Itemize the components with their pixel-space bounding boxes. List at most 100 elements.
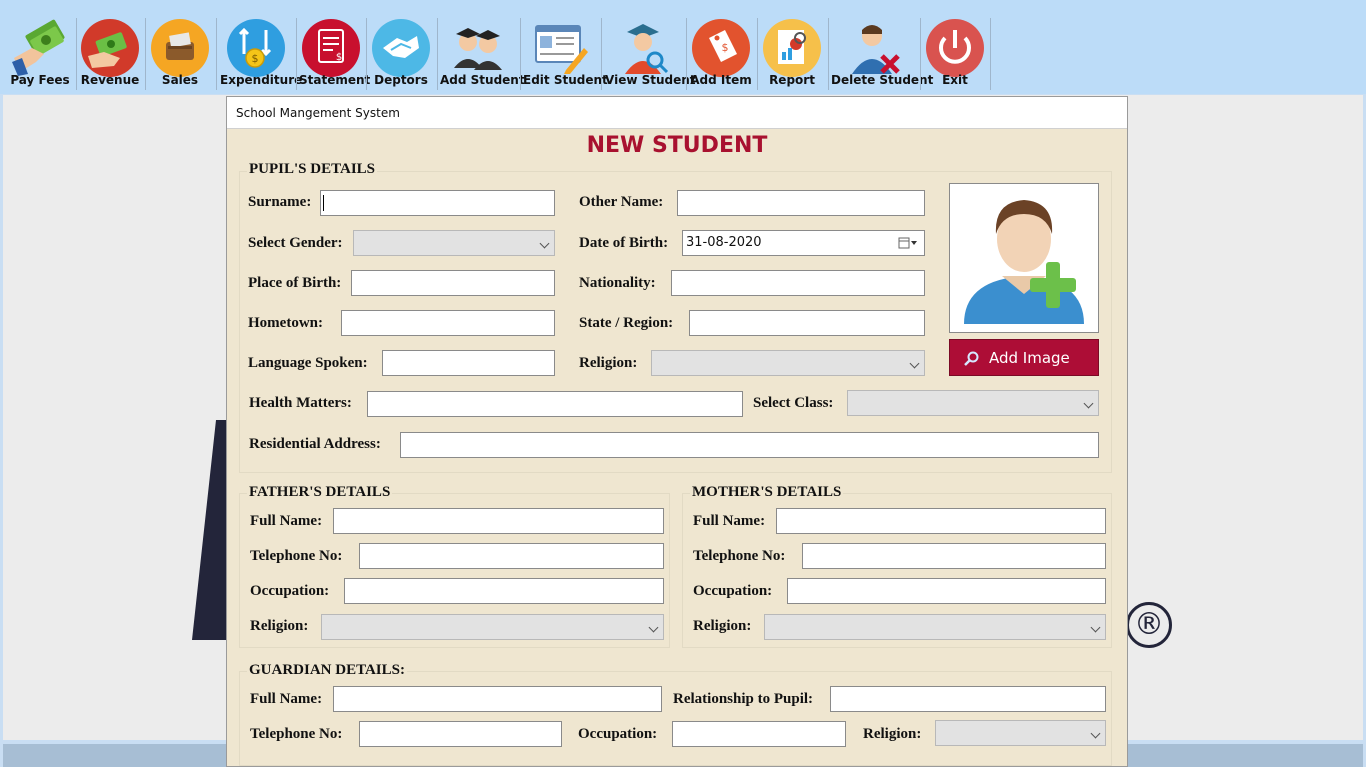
chevron-down-icon [1083, 398, 1094, 409]
add-student-button[interactable]: Add Student [440, 15, 525, 91]
expenditure-label: Expenditure [220, 73, 303, 87]
health-matters-input[interactable] [367, 391, 743, 417]
hometown-label: Hometown: [248, 315, 323, 331]
revenue-icon [81, 19, 139, 77]
dob-value: 31-08-2020 [686, 235, 762, 250]
other-name-label: Other Name: [579, 194, 664, 210]
expenditure-icon: $ [227, 19, 285, 77]
mother-telephone-label: Telephone No: [693, 548, 786, 564]
edit-student-icon [535, 25, 588, 74]
mother-full-name-input[interactable] [776, 508, 1106, 534]
pay-fees-label: Pay Fees [10, 73, 70, 87]
toolbar-separator [437, 18, 438, 90]
select-class-label: Select Class: [753, 395, 834, 411]
father-occupation-input[interactable] [344, 578, 664, 604]
toolbar-separator [920, 18, 921, 90]
relationship-input[interactable] [830, 686, 1106, 712]
report-label: Report [769, 73, 815, 87]
toolbar-separator [757, 18, 758, 90]
dob-label: Date of Birth: [579, 235, 669, 251]
delete-student-icon [852, 25, 900, 74]
toolbar-separator [216, 18, 217, 90]
toolbar-separator [520, 18, 521, 90]
gender-label: Select Gender: [248, 235, 343, 251]
residential-address-label: Residential Address: [249, 436, 381, 452]
class-select[interactable] [847, 390, 1099, 416]
expenditure-button[interactable]: $ Expenditure [220, 15, 303, 91]
guardian-religion-select[interactable] [935, 720, 1106, 746]
dialog-title-bar[interactable]: School Mangement System [227, 97, 1127, 129]
report-button[interactable]: Report [760, 15, 824, 91]
delete-student-label: Delete Student [831, 73, 934, 87]
view-student-icon [625, 24, 669, 74]
add-image-button[interactable]: Add Image [949, 339, 1099, 376]
residential-address-input[interactable] [400, 432, 1099, 458]
add-image-label: Add Image [989, 349, 1070, 367]
edit-student-button[interactable]: Edit Student [523, 15, 608, 91]
dob-date-picker[interactable]: 31-08-2020 [682, 230, 925, 256]
pay-fees-button[interactable]: Pay Fees [6, 15, 74, 91]
mother-religion-select[interactable] [764, 614, 1106, 640]
guardian-full-name-input[interactable] [333, 686, 662, 712]
statement-icon: $ [302, 19, 360, 77]
surname-input[interactable] [320, 190, 555, 216]
gender-select[interactable] [353, 230, 555, 256]
state-region-label: State / Region: [579, 315, 674, 331]
guardian-details-title: GUARDIAN DETAILS: [247, 662, 407, 679]
other-name-input[interactable] [677, 190, 925, 216]
toolbar-separator [366, 18, 367, 90]
exit-button[interactable]: Exit [923, 15, 987, 91]
search-icon [964, 351, 979, 366]
statement-label: Statement [299, 73, 371, 87]
mother-occupation-input[interactable] [787, 578, 1106, 604]
mother-religion-label: Religion: [693, 618, 752, 634]
svg-text:$: $ [722, 41, 729, 54]
revenue-label: Revenue [80, 73, 140, 87]
form-heading: NEW STUDENT [586, 133, 768, 158]
edit-student-label: Edit Student [523, 73, 608, 87]
chevron-down-icon [909, 358, 920, 369]
mother-occupation-label: Occupation: [693, 583, 773, 599]
statement-button[interactable]: $ Statement [299, 15, 371, 91]
chevron-down-icon [539, 238, 550, 249]
student-photo [949, 183, 1099, 333]
deptors-button[interactable]: Deptors [369, 15, 433, 91]
hometown-input[interactable] [341, 310, 555, 336]
father-full-name-label: Full Name: [250, 513, 323, 529]
guardian-telephone-input[interactable] [359, 721, 562, 747]
religion-select[interactable] [651, 350, 925, 376]
add-item-label: Add Item [690, 73, 752, 87]
text-caret [323, 195, 324, 211]
father-religion-label: Religion: [250, 618, 309, 634]
place-of-birth-label: Place of Birth: [248, 275, 342, 291]
father-full-name-input[interactable] [333, 508, 664, 534]
add-item-icon: $ [692, 19, 750, 77]
place-of-birth-input[interactable] [351, 270, 555, 296]
nationality-input[interactable] [671, 270, 925, 296]
state-region-input[interactable] [689, 310, 925, 336]
father-religion-select[interactable] [321, 614, 664, 640]
guardian-occupation-label: Occupation: [578, 726, 658, 742]
guardian-occupation-input[interactable] [672, 721, 846, 747]
deptors-label: Deptors [374, 73, 428, 87]
add-student-label: Add Student [440, 73, 525, 87]
add-student-icon [454, 28, 502, 70]
father-telephone-input[interactable] [359, 543, 664, 569]
calendar-dropdown-icon[interactable] [898, 237, 918, 249]
sales-button[interactable]: Sales [148, 15, 212, 91]
view-student-button[interactable]: View Student [605, 15, 696, 91]
surname-label: Surname: [248, 194, 312, 210]
revenue-button[interactable]: Revenue [78, 15, 142, 91]
mother-telephone-input[interactable] [802, 543, 1106, 569]
language-input[interactable] [382, 350, 555, 376]
guardian-religion-label: Religion: [863, 726, 922, 742]
language-label: Language Spoken: [248, 355, 368, 371]
exit-icon [926, 19, 984, 77]
sales-icon [151, 19, 209, 77]
toolbar-separator [990, 18, 991, 90]
father-details-title: FATHER'S DETAILS [247, 484, 393, 501]
chevron-down-icon [1090, 622, 1101, 633]
new-student-dialog: School Mangement System NEW STUDENT PUPI… [226, 96, 1128, 767]
delete-student-button[interactable]: Delete Student [831, 15, 934, 91]
add-item-button[interactable]: $ Add Item [689, 15, 753, 91]
